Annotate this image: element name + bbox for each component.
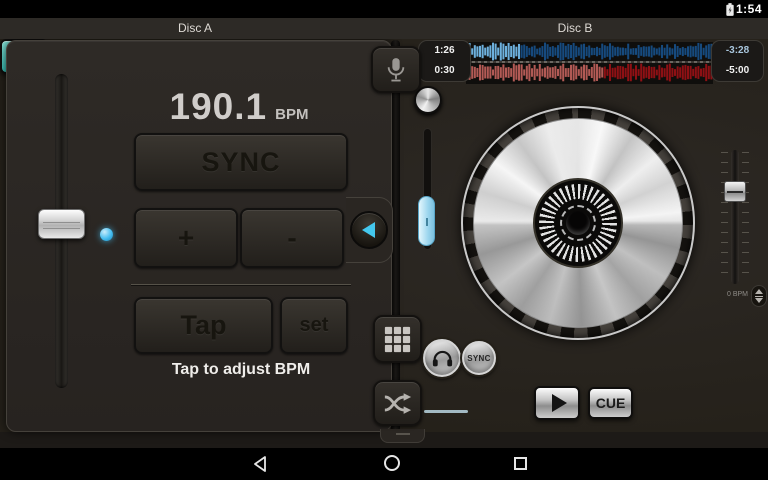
- waveform-track-top[interactable]: [466, 42, 713, 61]
- pitch-value-label: 0 BPM: [714, 291, 748, 298]
- shuffle-button[interactable]: [373, 380, 422, 426]
- elapsed-time-top: 1:26: [419, 41, 470, 61]
- bpm-value: 190.1: [170, 86, 268, 127]
- increase-bpm-button[interactable]: +: [134, 208, 238, 268]
- tap-button[interactable]: Tap: [134, 297, 273, 354]
- android-nav-bar: [0, 448, 768, 480]
- mixer-surface: 1:26 0:30 -3:28 -5:00 190.1 BPM SYNC + - …: [0, 39, 768, 448]
- home-button[interactable]: [384, 455, 400, 471]
- sync-button[interactable]: SYNC: [134, 133, 348, 191]
- channel-volume-handle[interactable]: [418, 196, 435, 246]
- play-icon: [552, 394, 567, 412]
- back-button[interactable]: [252, 455, 268, 473]
- pitch-slider-b-handle[interactable]: [724, 181, 746, 202]
- headphone-cue-button[interactable]: [423, 339, 461, 377]
- pad-grid-icon: [384, 326, 411, 353]
- deck-header-bar: Disc A Disc B: [0, 18, 768, 39]
- play-button[interactable]: [534, 386, 580, 420]
- waveform-panel[interactable]: [466, 42, 713, 84]
- recents-button[interactable]: [514, 457, 527, 470]
- collapse-left-arrow-icon: [362, 222, 375, 238]
- stepper-down-icon: [755, 298, 763, 303]
- mini-progress-bar[interactable]: [424, 410, 468, 413]
- remaining-time-badge: -3:28 -5:00: [711, 40, 764, 82]
- headphone-icon: [432, 350, 453, 367]
- bpm-hint-text: Tap to adjust BPM: [131, 361, 351, 379]
- deck-a-tab[interactable]: Disc A: [0, 21, 390, 35]
- crossfader-handle[interactable]: [380, 429, 425, 443]
- pitch-led-indicator: [100, 228, 113, 241]
- status-bar: 1:54: [0, 0, 768, 18]
- panel-collapse-button[interactable]: [350, 211, 388, 249]
- deck-b-tab[interactable]: Disc B: [430, 21, 720, 35]
- pitch-slider-b-track[interactable]: [731, 150, 739, 284]
- stepper-divider: [755, 296, 763, 297]
- jog-wheel-spindle: [566, 211, 590, 235]
- mic-button[interactable]: [371, 46, 421, 93]
- decrease-bpm-button[interactable]: -: [240, 208, 344, 268]
- deck-b-sync-button[interactable]: SYNC: [462, 341, 496, 375]
- shuffle-icon: [383, 392, 413, 415]
- remaining-time-bottom: -5:00: [712, 61, 763, 81]
- stepper-up-icon: [755, 289, 763, 294]
- set-button[interactable]: set: [280, 297, 348, 354]
- bpm-display: 190.1 BPM: [121, 86, 357, 128]
- panel-divider: [131, 284, 351, 286]
- jog-wheel[interactable]: [461, 106, 695, 340]
- status-clock: 1:54: [736, 2, 762, 16]
- panel-collapse-tab: [346, 197, 393, 263]
- waveform-track-bottom[interactable]: [466, 63, 713, 82]
- pitch-slider-a-handle[interactable]: [38, 209, 85, 239]
- elapsed-time-bottom: 0:30: [419, 61, 470, 81]
- pads-button[interactable]: [373, 315, 422, 363]
- gain-knob[interactable]: [414, 86, 442, 114]
- microphone-icon: [385, 56, 407, 84]
- battery-charging-icon: [726, 3, 734, 16]
- cue-button[interactable]: CUE: [588, 387, 633, 419]
- elapsed-time-badge: 1:26 0:30: [418, 40, 471, 82]
- pitch-stepper[interactable]: [751, 285, 767, 307]
- remaining-time-top: -3:28: [712, 41, 763, 61]
- bpm-panel: 190.1 BPM SYNC + - Tap set Tap to adjust …: [6, 40, 392, 432]
- bpm-unit-label: BPM: [275, 106, 308, 123]
